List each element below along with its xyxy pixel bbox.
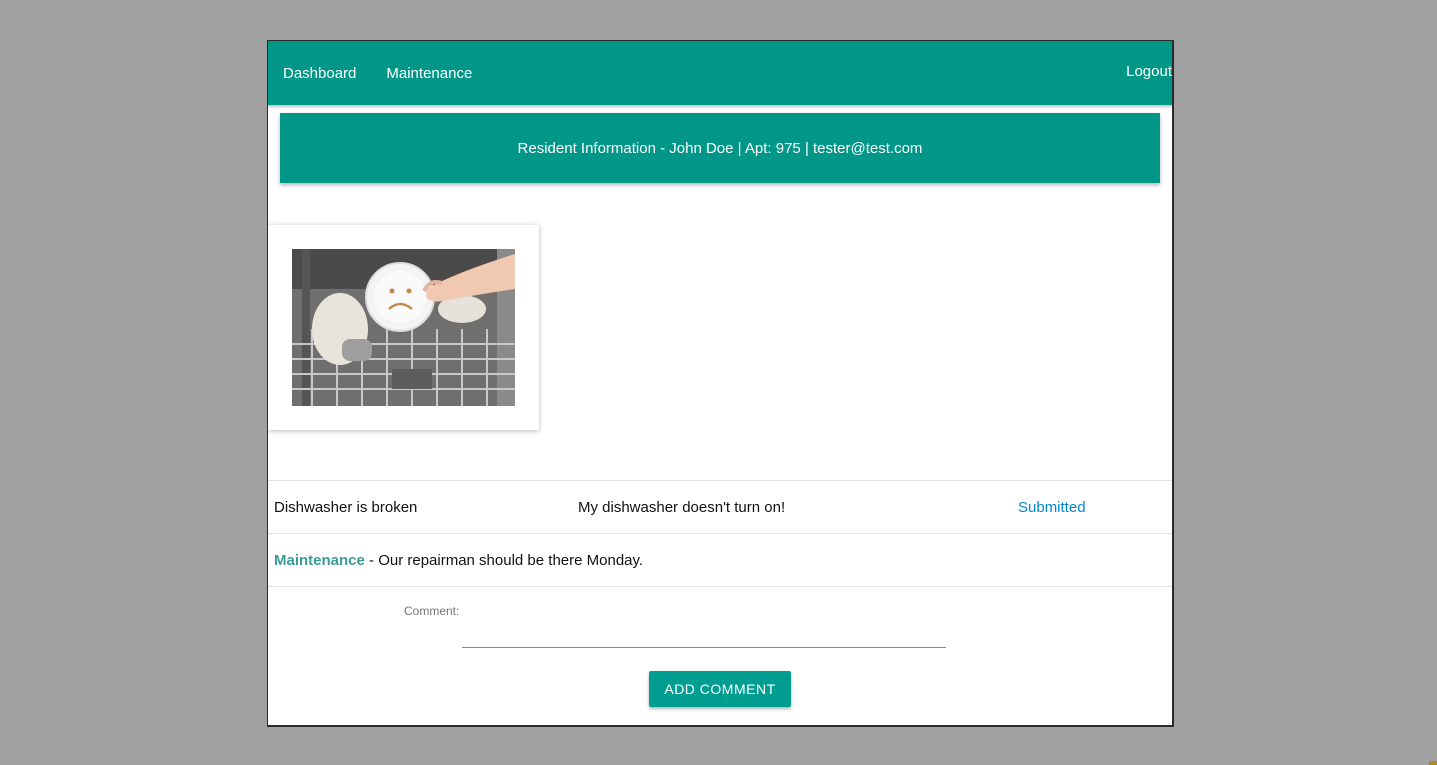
- comment-line: Maintenance - Our repairman should be th…: [274, 552, 643, 569]
- nav-maintenance-link[interactable]: Maintenance: [386, 65, 472, 82]
- app-window: Dashboard Maintenance Logout Resident In…: [267, 40, 1174, 727]
- dishwasher-photo[interactable]: [292, 249, 515, 406]
- resident-info-banner: Resident Information - John Doe | Apt: 9…: [280, 113, 1160, 183]
- logout-label[interactable]: Logout: [1126, 63, 1172, 80]
- comment-text: - Our repairman should be there Monday.: [364, 552, 644, 569]
- request-row[interactable]: Dishwasher is broken My dishwasher doesn…: [268, 480, 1172, 534]
- dishwasher-image: [292, 249, 515, 406]
- comment-author: Maintenance: [274, 552, 365, 569]
- top-navbar: Dashboard Maintenance Logout: [268, 41, 1172, 105]
- request-title: Dishwasher is broken: [274, 499, 418, 516]
- request-description: My dishwasher doesn't turn on!: [578, 499, 786, 516]
- nav-dashboard-link[interactable]: Dashboard: [283, 65, 356, 82]
- comment-field-label: Comment:: [404, 604, 460, 618]
- resident-info-text: Resident Information - John Doe | Apt: 9…: [517, 139, 923, 157]
- request-status-badge: Submitted: [1018, 499, 1086, 516]
- add-comment-button[interactable]: ADD COMMENT: [649, 671, 791, 707]
- corner-accent: [1429, 761, 1437, 765]
- comment-row: Maintenance - Our repairman should be th…: [268, 534, 1172, 587]
- comment-input[interactable]: [462, 621, 946, 648]
- request-image-card: [268, 225, 539, 430]
- logout-link[interactable]: Logout: [1126, 63, 1172, 80]
